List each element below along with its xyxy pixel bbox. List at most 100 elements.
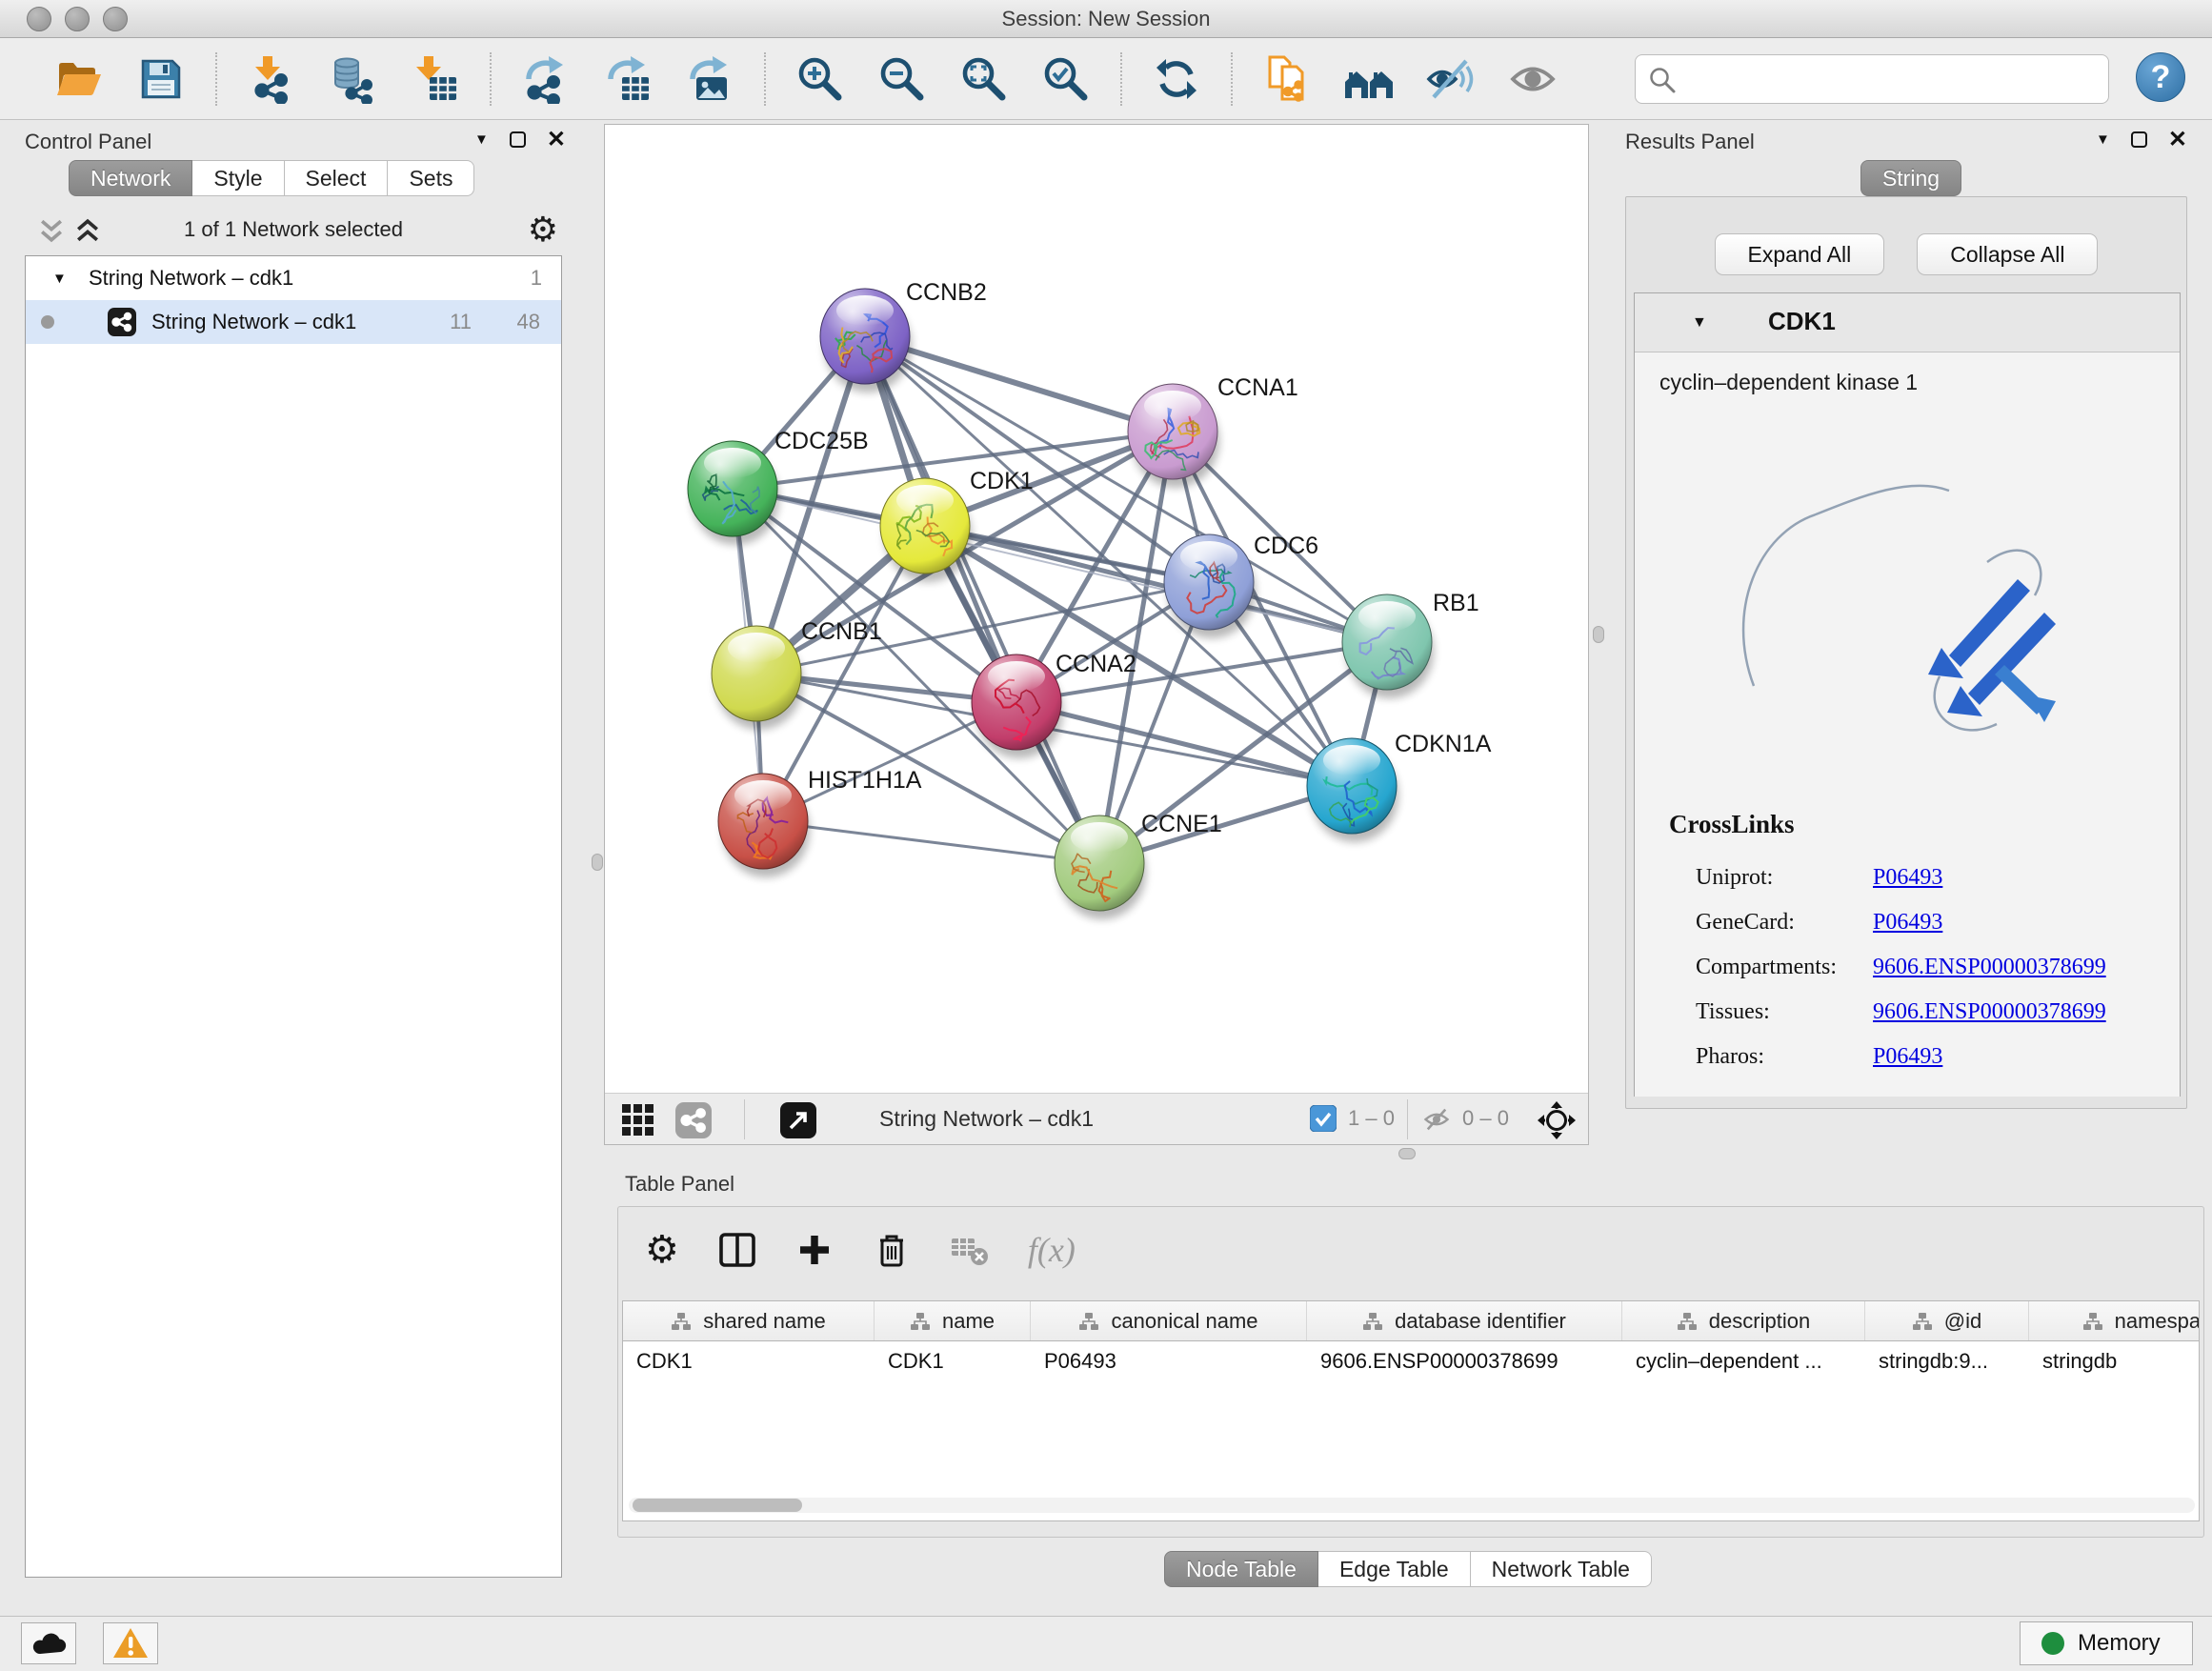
right-splitter-handle[interactable] xyxy=(1593,626,1604,643)
network-overview-icon[interactable] xyxy=(675,1102,712,1138)
node-CCNB2[interactable] xyxy=(820,289,912,393)
import-network-file-button[interactable] xyxy=(240,50,303,109)
cloud-status-button[interactable] xyxy=(21,1622,76,1664)
node-CDKN1A[interactable] xyxy=(1307,738,1398,842)
help-button[interactable]: ? xyxy=(2136,52,2185,102)
gene-description: cyclin–dependent kinase 1 xyxy=(1659,370,1918,395)
clone-network-button[interactable] xyxy=(1256,50,1318,109)
string-network-icon xyxy=(108,308,136,336)
column-header-description[interactable]: description xyxy=(1622,1301,1865,1340)
table-cell[interactable]: stringdb:9... xyxy=(1865,1341,2029,1381)
tab-network[interactable]: Network xyxy=(69,160,192,196)
column-header-name[interactable]: name xyxy=(875,1301,1031,1340)
export-network-button[interactable] xyxy=(514,50,577,109)
network-collection-row[interactable]: ▼ String Network – cdk1 1 xyxy=(26,256,561,300)
column-header--id[interactable]: @id xyxy=(1865,1301,2029,1340)
expand-all-button[interactable]: Expand All xyxy=(1715,233,1885,275)
tab-network-table[interactable]: Network Table xyxy=(1471,1551,1652,1587)
tab-string[interactable]: String xyxy=(1860,160,1961,196)
node-CCNB1[interactable] xyxy=(712,626,803,730)
zoom-out-button[interactable] xyxy=(871,50,934,109)
fit-selection-crosshair-icon[interactable] xyxy=(1537,1100,1577,1140)
column-header-namespace[interactable]: namespace xyxy=(2029,1301,2200,1340)
node-CDK1[interactable] xyxy=(880,478,972,582)
node-table-row[interactable]: CDK1CDK1P064939606.ENSP00000378699cyclin… xyxy=(623,1341,2199,1381)
gene-section-header[interactable]: ▼ CDK1 xyxy=(1635,293,2180,352)
panel-menu-icon[interactable]: ▼ xyxy=(2096,131,2110,148)
network-row[interactable]: String Network – cdk1 11 48 xyxy=(26,300,561,344)
table-settings-gear-icon[interactable]: ⚙ xyxy=(645,1228,679,1272)
export-image-button[interactable] xyxy=(678,50,741,109)
tab-node-table[interactable]: Node Table xyxy=(1164,1551,1318,1587)
birds-eye-grid-icon[interactable] xyxy=(620,1102,656,1138)
node-CCNA1[interactable] xyxy=(1128,384,1219,488)
node-CCNA2[interactable] xyxy=(972,654,1063,758)
panel-menu-icon[interactable]: ▼ xyxy=(474,131,489,148)
selected-checkbox[interactable] xyxy=(1310,1105,1337,1137)
delete-column-trash-icon[interactable] xyxy=(872,1230,912,1270)
warnings-button[interactable] xyxy=(103,1622,158,1664)
table-cell[interactable]: P06493 xyxy=(1031,1341,1307,1381)
show-all-button[interactable] xyxy=(1501,50,1564,109)
scrollbar-thumb[interactable] xyxy=(633,1499,802,1512)
crosslink-link[interactable]: P06493 xyxy=(1873,865,1942,891)
zoom-selected-button[interactable] xyxy=(1035,50,1097,109)
table-cell[interactable]: stringdb xyxy=(2029,1341,2200,1381)
tab-sets[interactable]: Sets xyxy=(388,160,474,196)
tab-select[interactable]: Select xyxy=(285,160,389,196)
table-cell[interactable]: CDK1 xyxy=(875,1341,1031,1381)
apply-layout-button[interactable] xyxy=(1145,50,1208,109)
tab-edge-table[interactable]: Edge Table xyxy=(1318,1551,1471,1587)
node-CDC25B[interactable] xyxy=(688,441,779,545)
toolbar-separator xyxy=(1120,52,1122,106)
node-CCNE1[interactable] xyxy=(1055,815,1146,919)
crosslink-link[interactable]: 9606.ENSP00000378699 xyxy=(1873,999,2106,1025)
tab-style[interactable]: Style xyxy=(192,160,284,196)
collapse-section-icon[interactable]: ▼ xyxy=(1692,314,1707,332)
zoom-in-button[interactable] xyxy=(789,50,852,109)
crosslink-link[interactable]: P06493 xyxy=(1873,910,1942,936)
zoom-fit-button[interactable] xyxy=(953,50,1016,109)
search-input[interactable] xyxy=(1635,54,2109,104)
add-column-icon[interactable] xyxy=(795,1231,834,1269)
node-table-header: shared name name canonical name database… xyxy=(623,1301,2199,1341)
home-button[interactable] xyxy=(1337,50,1400,109)
node-table[interactable]: shared name name canonical name database… xyxy=(622,1300,2200,1521)
column-header-shared-name[interactable]: shared name xyxy=(623,1301,875,1340)
import-network-database-button[interactable] xyxy=(322,50,385,109)
collapse-all-button[interactable]: Collapse All xyxy=(1917,233,2098,275)
panel-float-icon[interactable] xyxy=(510,131,526,148)
network-selected-status: 1 of 1 Network selected xyxy=(25,217,562,242)
table-cell[interactable]: cyclin–dependent ... xyxy=(1622,1341,1865,1381)
table-horizontal-scrollbar[interactable] xyxy=(629,1498,2195,1513)
column-header-database-identifier[interactable]: database identifier xyxy=(1307,1301,1622,1340)
network-graph[interactable]: CCNB2CCNA1CDC25BCDK1CDC6RB1CCNB1CCNA2CDK… xyxy=(605,125,1588,1093)
export-table-button[interactable] xyxy=(596,50,659,109)
bottom-splitter-handle[interactable] xyxy=(1398,1148,1416,1159)
hidden-eye-slash-icon[interactable] xyxy=(1420,1105,1453,1134)
panel-float-icon[interactable] xyxy=(2131,131,2147,148)
open-in-window-icon[interactable] xyxy=(780,1102,816,1138)
left-splitter-handle[interactable] xyxy=(592,854,603,871)
memory-button[interactable]: Memory xyxy=(2020,1621,2193,1665)
column-header-canonical-name[interactable]: canonical name xyxy=(1031,1301,1307,1340)
node-RB1[interactable] xyxy=(1342,594,1434,698)
network-manager-gear-icon[interactable]: ⚙ xyxy=(528,210,558,250)
show-columns-icon[interactable] xyxy=(717,1230,757,1270)
network-view[interactable]: CCNB2CCNA1CDC25BCDK1CDC6RB1CCNB1CCNA2CDK… xyxy=(604,124,1589,1145)
crosslink-link[interactable]: 9606.ENSP00000378699 xyxy=(1873,955,2106,980)
node-HIST1H1A[interactable] xyxy=(718,774,810,877)
import-table-file-button[interactable] xyxy=(404,50,467,109)
panel-close-icon[interactable]: ✕ xyxy=(2168,131,2187,148)
open-session-button[interactable] xyxy=(48,50,111,109)
crosslink-link[interactable]: P06493 xyxy=(1873,1044,1942,1070)
tree-expander-icon[interactable]: ▼ xyxy=(52,271,67,287)
hide-selected-button[interactable] xyxy=(1419,50,1482,109)
node-CDC6[interactable] xyxy=(1164,534,1256,638)
table-cell[interactable]: 9606.ENSP00000378699 xyxy=(1307,1341,1622,1381)
panel-close-icon[interactable]: ✕ xyxy=(547,131,566,148)
network-edge-count: 48 xyxy=(517,310,540,334)
edge-HIST1H1A-CCNE1[interactable] xyxy=(763,821,1099,863)
save-session-button[interactable] xyxy=(130,50,192,109)
table-cell[interactable]: CDK1 xyxy=(623,1341,875,1381)
